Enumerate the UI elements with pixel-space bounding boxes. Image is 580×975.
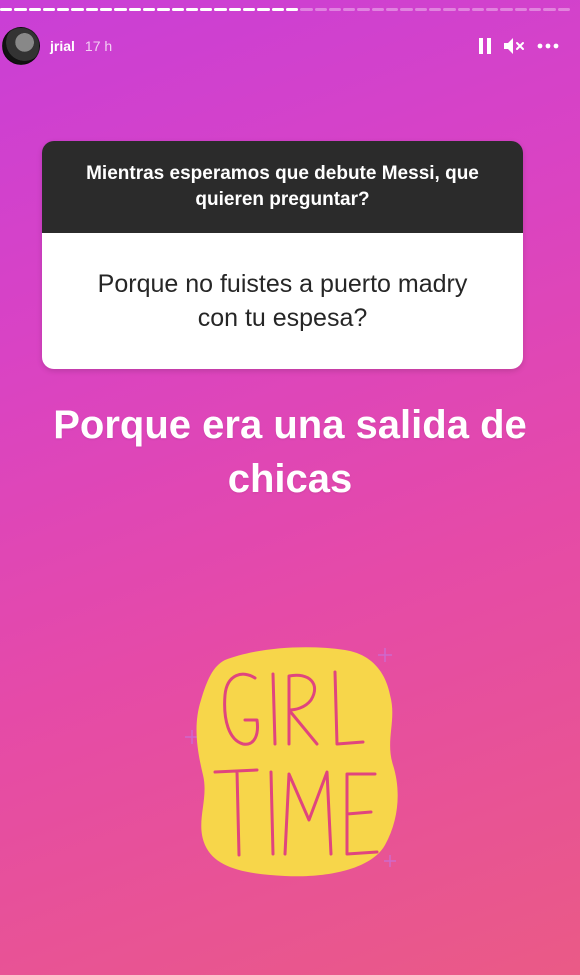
progress-segment xyxy=(471,8,485,11)
progress-segment xyxy=(557,8,570,11)
progress-segment xyxy=(128,8,141,11)
pause-icon[interactable] xyxy=(478,37,492,55)
progress-segment xyxy=(357,8,370,11)
story-controls xyxy=(478,37,560,55)
progress-segment xyxy=(443,8,456,11)
question-text: Porque no fuistes a puerto madry con tu … xyxy=(42,233,523,369)
progress-segment xyxy=(500,8,513,11)
progress-segment xyxy=(28,8,41,11)
progress-segment xyxy=(314,8,327,11)
progress-segment xyxy=(157,8,170,11)
progress-segment xyxy=(114,8,127,11)
progress-segment xyxy=(285,8,299,11)
progress-segment xyxy=(400,8,413,11)
progress-segment xyxy=(243,8,256,11)
progress-segment xyxy=(42,8,56,11)
progress-segment xyxy=(257,8,270,11)
progress-segment xyxy=(386,8,399,11)
story-header: jrial 17 h xyxy=(0,24,580,68)
question-card: Mientras esperamos que debute Messi, que… xyxy=(42,141,523,369)
progress-segment xyxy=(457,8,470,11)
mute-icon[interactable] xyxy=(502,37,526,55)
progress-segment xyxy=(0,8,13,11)
progress-segment xyxy=(200,8,213,11)
story-progress-bar xyxy=(0,8,572,12)
progress-segment xyxy=(185,8,199,11)
progress-segment xyxy=(343,8,356,11)
progress-segment xyxy=(528,8,542,11)
progress-segment xyxy=(514,8,527,11)
username[interactable]: jrial xyxy=(50,38,75,54)
progress-segment xyxy=(171,8,184,11)
more-icon[interactable] xyxy=(536,42,560,50)
question-prompt: Mientras esperamos que debute Messi, que… xyxy=(42,141,523,233)
progress-segment xyxy=(371,8,385,11)
progress-segment xyxy=(428,8,442,11)
progress-segment xyxy=(300,8,313,11)
progress-segment xyxy=(543,8,556,11)
girl-time-sticker xyxy=(185,640,415,890)
story-time: 17 h xyxy=(84,38,113,54)
progress-segment xyxy=(100,8,113,11)
progress-segment xyxy=(57,8,70,11)
progress-segment xyxy=(271,8,284,11)
progress-segment xyxy=(328,8,342,11)
progress-segment xyxy=(414,8,427,11)
answer-text: Porque era una salida de chicas xyxy=(53,403,527,501)
progress-segment xyxy=(486,8,499,11)
progress-segment xyxy=(14,8,27,11)
progress-segment xyxy=(228,8,242,11)
avatar[interactable] xyxy=(2,27,40,65)
progress-segment xyxy=(85,8,99,11)
progress-segment xyxy=(71,8,84,11)
progress-segment xyxy=(142,8,156,11)
progress-segment xyxy=(214,8,227,11)
